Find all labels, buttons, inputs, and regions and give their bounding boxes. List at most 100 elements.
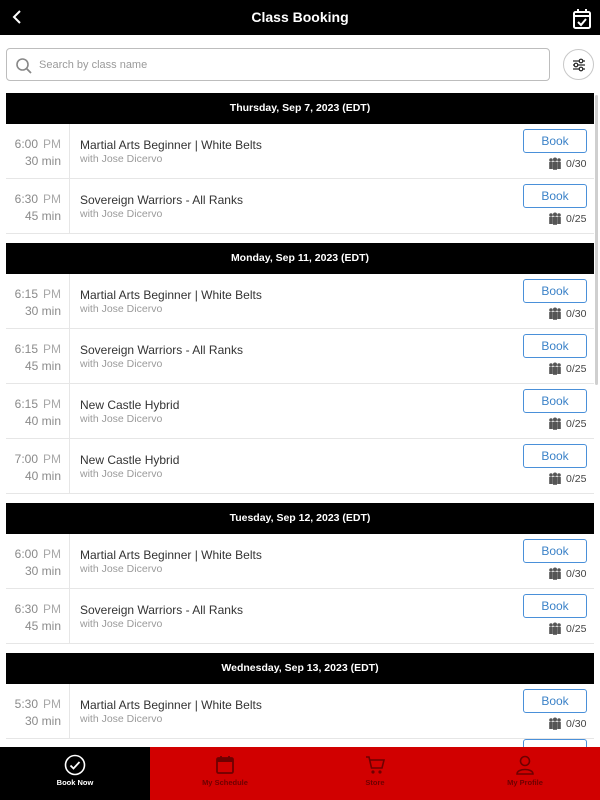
class-duration: 40 min <box>24 414 61 428</box>
capacity-count: 0/25 <box>566 213 587 225</box>
book-button[interactable]: Book <box>523 594 587 618</box>
time-ampm: PM <box>43 547 61 561</box>
class-row[interactable]: 6:00 PM 30 min Martial Arts Beginner | Whit… <box>6 124 594 179</box>
nav-label: Book Now <box>56 778 94 787</box>
class-name: Martial Arts Beginner | White Belts <box>80 288 262 302</box>
filter-button[interactable] <box>563 49 594 80</box>
day-section: Tuesday, Sep 12, 2023 (EDT) 6:00 PM 30 min M… <box>6 503 594 644</box>
class-time: 7:00 PM <box>15 452 61 466</box>
class-name: Sovereign Warriors - All Ranks <box>80 343 243 357</box>
time-value: 6:30 <box>14 602 38 616</box>
time-ampm: PM <box>43 192 61 206</box>
time-ampm: PM <box>43 697 61 711</box>
time-column: 6:30 PM 45 min <box>6 589 70 643</box>
nav-my-schedule[interactable]: My Schedule <box>150 747 300 800</box>
day-header: Monday, Sep 11, 2023 (EDT) <box>6 243 594 274</box>
class-time: 6:15 PM <box>15 397 61 411</box>
class-duration: 30 min <box>24 304 61 318</box>
book-button[interactable]: Book <box>523 539 587 563</box>
class-duration: 40 min <box>24 469 61 483</box>
time-column: 6:30 PM 45 min <box>6 179 70 233</box>
book-button[interactable]: Book <box>523 689 587 713</box>
calendar-check-icon[interactable] <box>572 8 592 30</box>
class-instructor: with Jose Dicervo <box>80 153 163 165</box>
book-button-partial[interactable] <box>523 739 587 747</box>
class-time: 6:30 PM <box>15 602 61 616</box>
class-duration: 30 min <box>24 564 61 578</box>
nav-label: My Profile <box>507 778 543 787</box>
time-value: 6:30 <box>14 192 38 206</box>
book-button[interactable]: Book <box>523 334 587 358</box>
people-icon <box>548 622 562 635</box>
day-header: Thursday, Sep 7, 2023 (EDT) <box>6 93 594 124</box>
day-section: Wednesday, Sep 13, 2023 (EDT) 5:30 PM 30 mi… <box>6 653 594 739</box>
cart-icon <box>366 756 386 774</box>
search-input[interactable] <box>39 55 539 75</box>
class-row[interactable]: 6:15 PM 45 min Sovereign Warriors - All Ran… <box>6 329 594 384</box>
book-button[interactable]: Book <box>523 184 587 208</box>
class-name: Sovereign Warriors - All Ranks <box>80 193 243 207</box>
capacity-count: 0/30 <box>566 718 587 730</box>
capacity-count: 0/30 <box>566 158 587 170</box>
day-section: Monday, Sep 11, 2023 (EDT) 6:15 PM 30 min Ma… <box>6 243 594 494</box>
time-column: 6:15 PM 30 min <box>6 274 70 328</box>
class-instructor: with Jose Dicervo <box>80 563 163 575</box>
user-icon <box>516 755 534 775</box>
class-instructor: with Jose Dicervo <box>80 618 163 630</box>
class-time: 5:30 PM <box>15 697 61 711</box>
class-duration: 30 min <box>24 714 61 728</box>
class-name: New Castle Hybrid <box>80 398 180 412</box>
class-row[interactable]: 6:00 PM 30 min Martial Arts Beginner | Whit… <box>6 534 594 589</box>
people-icon <box>548 567 562 580</box>
book-button[interactable]: Book <box>523 129 587 153</box>
class-time: 6:15 PM <box>15 342 61 356</box>
page-title: Class Booking <box>251 9 349 25</box>
class-row[interactable]: 6:15 PM 40 min New Castle Hybrid with Jose D… <box>6 384 594 439</box>
class-name: New Castle Hybrid <box>80 453 180 467</box>
class-instructor: with Jose Dicervo <box>80 468 163 480</box>
capacity-count: 0/30 <box>566 308 587 320</box>
class-duration: 30 min <box>24 154 61 168</box>
book-button[interactable]: Book <box>523 279 587 303</box>
class-instructor: with Jose Dicervo <box>80 303 163 315</box>
people-icon <box>548 157 562 170</box>
nav-label: Store <box>365 778 385 787</box>
class-list[interactable]: Thursday, Sep 7, 2023 (EDT) 6:00 PM 30 min M… <box>6 93 594 747</box>
time-value: 6:00 <box>14 547 38 561</box>
time-ampm: PM <box>43 287 61 301</box>
class-row[interactable]: 6:15 PM 30 min Martial Arts Beginner | Whit… <box>6 274 594 329</box>
time-value: 6:15 <box>14 287 38 301</box>
sliders-icon <box>573 58 585 72</box>
time-column: 6:00 PM 30 min <box>6 534 70 588</box>
capacity-count: 0/25 <box>566 473 587 485</box>
class-row[interactable]: 6:30 PM 45 min Sovereign Warriors - All Ran… <box>6 179 594 234</box>
class-time: 6:15 PM <box>15 287 61 301</box>
search-box[interactable] <box>6 48 550 81</box>
people-icon <box>548 212 562 225</box>
class-row[interactable]: 7:00 PM 40 min New Castle Hybrid with Jose D… <box>6 439 594 494</box>
capacity-count: 0/25 <box>566 623 587 635</box>
class-duration: 45 min <box>24 359 61 373</box>
class-row[interactable]: 5:30 PM 30 min Martial Arts Beginner | Whit… <box>6 684 594 739</box>
time-column: 6:15 PM 40 min <box>6 384 70 438</box>
time-ampm: PM <box>43 397 61 411</box>
people-icon <box>548 472 562 485</box>
capacity-count: 0/25 <box>566 363 587 375</box>
time-column: 5:30 PM 30 min <box>6 684 70 738</box>
nav-store[interactable]: Store <box>300 747 450 800</box>
class-duration: 45 min <box>24 619 61 633</box>
time-column: 6:00 PM 30 min <box>6 124 70 178</box>
nav-book-now[interactable]: Book Now <box>0 747 150 800</box>
people-icon <box>548 307 562 320</box>
scrollbar[interactable] <box>595 95 598 385</box>
people-icon <box>548 417 562 430</box>
time-value: 6:15 <box>14 397 38 411</box>
book-button[interactable]: Book <box>523 389 587 413</box>
nav-my-profile[interactable]: My Profile <box>450 747 600 800</box>
class-row[interactable]: 6:30 PM 45 min Sovereign Warriors - All Ran… <box>6 589 594 644</box>
book-button[interactable]: Book <box>523 444 587 468</box>
day-header: Wednesday, Sep 13, 2023 (EDT) <box>6 653 594 684</box>
time-value: 6:00 <box>14 137 38 151</box>
people-icon <box>548 717 562 730</box>
class-instructor: with Jose Dicervo <box>80 713 163 725</box>
